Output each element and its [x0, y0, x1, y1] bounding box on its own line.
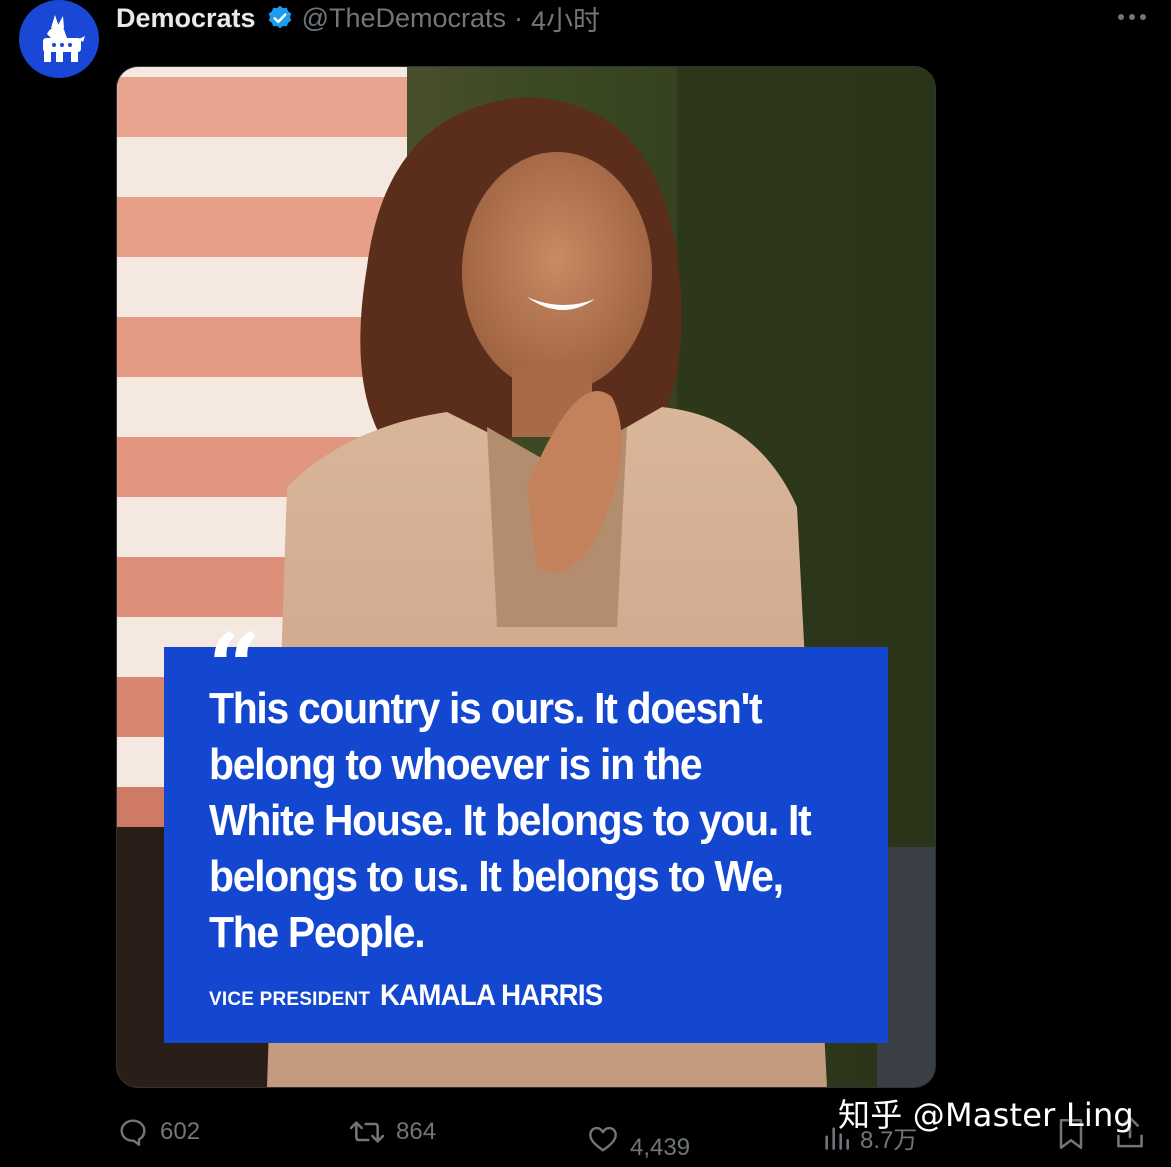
post-media-image[interactable]: “ This country is ours. It doesn't belon… [116, 66, 936, 1088]
reply-icon [120, 1119, 146, 1146]
retweet-count: 864 [396, 1118, 437, 1145]
tweet: Democrats @TheDemocrats · 4小时 “ This cou… [0, 0, 1171, 1167]
author-handle[interactable]: @TheDemocrats [302, 3, 506, 34]
author-avatar[interactable] [19, 0, 99, 78]
more-dots-icon[interactable] [1115, 2, 1149, 32]
heart-icon [589, 1126, 617, 1152]
author-display-name[interactable]: Democrats [116, 3, 256, 34]
quote-card: “ This country is ours. It doesn't belon… [164, 621, 888, 1043]
separator-dot: · [514, 2, 524, 33]
donkey-logo-icon [43, 15, 85, 62]
reply-count: 602 [160, 1118, 201, 1145]
verified-badge-icon [266, 4, 294, 32]
quote-attribution: VICE PRESIDENT KAMALA HARRIS [209, 979, 622, 1013]
quote-text: This country is ours. It doesn't belong … [209, 684, 812, 957]
tweet-header: Democrats @TheDemocrats · 4小时 [116, 0, 600, 36]
zhihu-watermark: 知乎 @Master Ling [838, 1096, 1134, 1134]
attribution-title: VICE PRESIDENT [209, 989, 371, 1010]
retweet-button[interactable]: 864 [348, 1116, 436, 1148]
post-timestamp[interactable]: 4小时 [531, 0, 600, 38]
retweet-icon [349, 1121, 385, 1143]
attribution-name: KAMALA HARRIS [380, 979, 603, 1012]
like-button[interactable]: 4,439 [586, 1116, 690, 1162]
like-count: 4,439 [630, 1134, 691, 1161]
reply-button[interactable]: 602 [116, 1116, 200, 1148]
